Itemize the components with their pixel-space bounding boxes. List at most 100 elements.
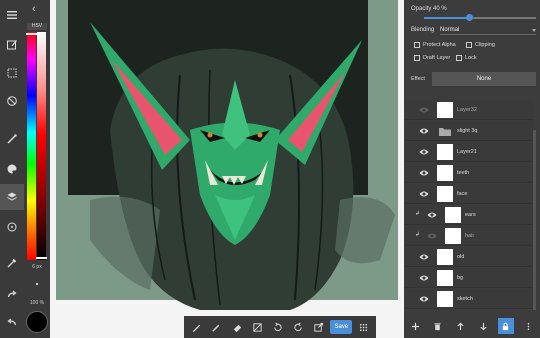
layer-row[interactable]: ↲ ears (405, 205, 533, 225)
layer-name: ears (465, 212, 476, 218)
move-layer-up-icon[interactable] (453, 318, 469, 334)
drawing-canvas[interactable] (50, 0, 404, 338)
brush-size-preview[interactable] (36, 283, 38, 285)
pen-icon[interactable] (187, 318, 205, 336)
visibility-eye-icon[interactable] (427, 211, 437, 219)
protect-alpha-label: Protect Alpha (423, 42, 456, 48)
layer-name: bg (457, 275, 464, 281)
layer-actions-bar (404, 314, 540, 338)
color-panel: ‹ HSV 6 px 100 % (24, 0, 50, 338)
more-options-icon[interactable] (521, 318, 537, 334)
layer-name: sketch (457, 296, 473, 302)
protect-alpha-checkbox[interactable]: Protect Alpha (414, 42, 456, 48)
checkbox-box (414, 42, 420, 48)
visibility-eye-icon[interactable] (419, 148, 429, 156)
brush-size-label: 6 px (32, 264, 42, 270)
select-icon[interactable] (0, 60, 24, 86)
palette-icon[interactable] (0, 156, 24, 182)
layer-thumbnail (437, 165, 453, 181)
move-layer-down-icon[interactable] (475, 318, 491, 334)
layer-row[interactable]: face (405, 184, 533, 204)
lock-label: Lock (465, 55, 477, 61)
saturation-slider-handle[interactable] (36, 257, 47, 259)
layer-thumbnail (437, 186, 453, 202)
save-button[interactable]: Save (330, 320, 353, 334)
checkbox-box (456, 55, 462, 61)
layer-name: Layer21 (457, 149, 477, 155)
draft-layer-label: Draft Layer (423, 55, 451, 61)
layer-row[interactable]: teeth (405, 163, 533, 183)
hidden-eye-icon[interactable] (419, 106, 429, 114)
layer-list-scrollbar[interactable] (533, 130, 536, 310)
circle-icon[interactable] (0, 214, 24, 240)
layer-thumbnail (445, 207, 461, 223)
layer-name: slight 3q (457, 128, 478, 134)
opacity-slider[interactable] (424, 14, 536, 21)
draft-layer-checkbox[interactable]: Draft Layer (414, 55, 450, 61)
hue-slider[interactable] (27, 32, 36, 260)
layer-thumbnail (437, 102, 453, 118)
effect-label: Effect (411, 76, 425, 82)
layer-row[interactable]: sketch (405, 289, 533, 309)
add-layer-icon[interactable] (407, 318, 423, 334)
clipping-indicator-icon: ↲ (415, 211, 421, 217)
visibility-eye-icon[interactable] (419, 295, 429, 303)
opacity-slider-handle[interactable] (465, 14, 473, 21)
brush-icon[interactable] (0, 126, 24, 152)
opacity-label: Opacity 40 % (411, 6, 447, 12)
visibility-eye-icon[interactable] (419, 253, 429, 261)
delete-layer-icon[interactable] (430, 318, 446, 334)
eyedropper-icon[interactable] (0, 250, 24, 276)
visibility-eye-icon[interactable] (419, 127, 429, 135)
layer-name: old (457, 254, 465, 260)
visibility-eye-icon[interactable] (419, 190, 429, 198)
redo-icon[interactable] (0, 282, 24, 308)
undo-icon[interactable] (0, 310, 24, 336)
layer-row[interactable]: bg (405, 268, 533, 288)
color-mode-label[interactable]: HSV (27, 23, 47, 30)
brush-opacity-label: 100 % (29, 300, 45, 306)
blending-select[interactable]: Normal (440, 25, 536, 35)
grid-icon[interactable] (355, 318, 373, 336)
collapse-panel-icon[interactable]: ‹ (32, 3, 36, 15)
saturation-slider[interactable] (37, 32, 46, 260)
layer-row[interactable]: Layer32 (405, 100, 533, 120)
layer-name: hair (465, 233, 475, 239)
layers-icon[interactable] (0, 184, 24, 210)
app-window: ‹ HSV 6 px 100 % Save Opacity 40 % Blend… (0, 0, 540, 338)
checkbox-box (466, 42, 472, 48)
layer-name: Layer32 (457, 107, 477, 113)
opacity-slider-fill (424, 17, 469, 19)
visibility-eye-icon[interactable] (419, 274, 429, 282)
layer-row[interactable]: ↲ hair (405, 226, 533, 246)
visibility-eye-icon[interactable] (419, 169, 429, 177)
lock-layer-icon[interactable] (497, 318, 514, 334)
menu-icon[interactable] (0, 2, 24, 28)
rotate-right-icon[interactable] (289, 318, 307, 336)
edit-icon[interactable] (0, 32, 24, 58)
layer-thumbnail (437, 249, 453, 265)
blending-label: Blending (411, 27, 435, 33)
export-icon[interactable] (310, 318, 328, 336)
rotate-left-icon[interactable] (269, 318, 287, 336)
hue-slider-handle[interactable] (26, 33, 37, 35)
layer-name: face (457, 191, 468, 197)
hidden-eye-icon[interactable] (427, 232, 437, 240)
layer-thumbnail (445, 228, 461, 244)
pencil-icon[interactable] (208, 318, 226, 336)
folder-icon (437, 123, 453, 139)
layer-row[interactable]: old (405, 247, 533, 267)
layer-row[interactable]: Layer21 (405, 142, 533, 162)
effect-button[interactable]: None (432, 72, 536, 86)
lock-checkbox[interactable]: Lock (456, 55, 477, 61)
artwork (50, 0, 404, 338)
layer-thumbnail (437, 144, 453, 160)
clipping-checkbox[interactable]: Clipping (466, 42, 495, 48)
dropdown-caret-icon (532, 29, 536, 32)
crop-icon[interactable] (249, 318, 267, 336)
layer-row[interactable]: slight 3q (405, 121, 533, 141)
eraser-icon[interactable] (228, 318, 246, 336)
no-entry-icon[interactable] (0, 88, 24, 114)
current-color-swatch[interactable] (26, 311, 48, 333)
layer-thumbnail (437, 270, 453, 286)
